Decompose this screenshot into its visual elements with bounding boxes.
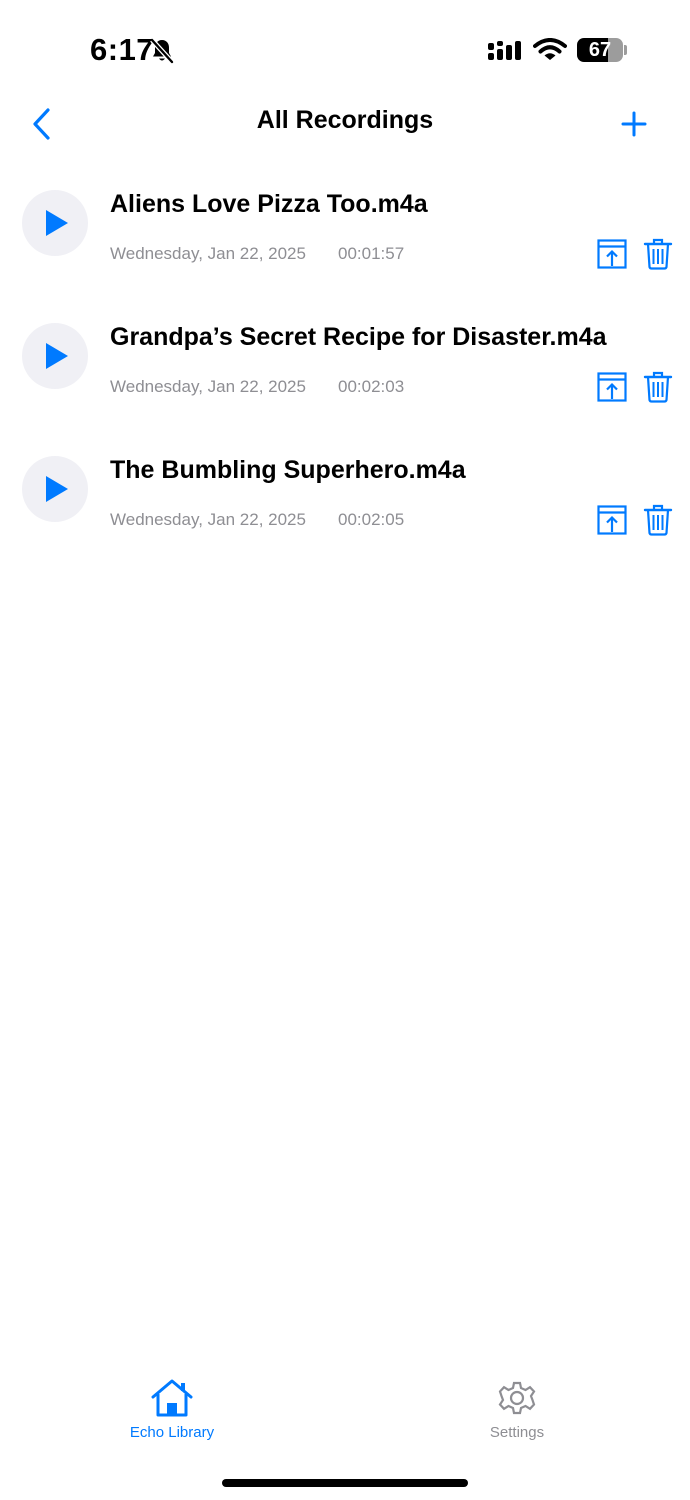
play-icon bbox=[46, 343, 68, 369]
share-button[interactable] bbox=[596, 504, 628, 536]
screen: 6:17 67 All Recordings Aliens Love Pizza… bbox=[0, 0, 690, 1500]
status-bar: 6:17 67 bbox=[0, 0, 690, 100]
share-icon bbox=[597, 505, 627, 535]
recording-duration: 00:02:05 bbox=[338, 510, 405, 529]
page-title: All Recordings bbox=[256, 106, 434, 134]
add-recording-button[interactable] bbox=[616, 106, 652, 142]
delete-button[interactable] bbox=[643, 238, 673, 270]
tab-settings[interactable]: Settings bbox=[447, 1378, 587, 1441]
recording-title: Aliens Love Pizza Too.m4a bbox=[110, 190, 428, 218]
plus-icon bbox=[621, 111, 647, 137]
tab-label: Settings bbox=[489, 1424, 545, 1441]
trash-icon bbox=[643, 238, 673, 270]
home-indicator bbox=[222, 1479, 468, 1487]
tab-label: Echo Library bbox=[129, 1424, 215, 1441]
delete-button[interactable] bbox=[643, 371, 673, 403]
share-icon bbox=[597, 239, 627, 269]
play-icon bbox=[46, 476, 68, 502]
play-button[interactable] bbox=[22, 190, 88, 256]
tab-echo-library[interactable]: Echo Library bbox=[102, 1378, 242, 1441]
share-icon bbox=[597, 372, 627, 402]
list-item[interactable]: The Bumbling Superhero.m4a Wednesday, Ja… bbox=[0, 456, 690, 576]
recording-duration: 00:02:03 bbox=[338, 377, 405, 396]
bell-slash-icon bbox=[150, 38, 174, 69]
battery-nub bbox=[624, 45, 627, 55]
wifi-icon bbox=[533, 38, 567, 67]
recording-date: Wednesday, Jan 22, 2025 bbox=[110, 244, 306, 263]
play-button[interactable] bbox=[22, 456, 88, 522]
recording-date: Wednesday, Jan 22, 2025 bbox=[110, 377, 306, 396]
trash-icon bbox=[643, 504, 673, 536]
play-button[interactable] bbox=[22, 323, 88, 389]
recording-title: Grandpa’s Secret Recipe for Disaster.m4a bbox=[110, 323, 607, 351]
status-time: 6:17 bbox=[90, 32, 155, 67]
recording-title: The Bumbling Superhero.m4a bbox=[110, 456, 466, 484]
recording-duration: 00:01:57 bbox=[338, 244, 405, 263]
list-item[interactable]: Grandpa’s Secret Recipe for Disaster.m4a… bbox=[0, 323, 690, 443]
gear-icon bbox=[498, 1381, 536, 1415]
trash-icon bbox=[643, 371, 673, 403]
recording-date: Wednesday, Jan 22, 2025 bbox=[110, 510, 306, 529]
house-icon bbox=[151, 1379, 193, 1417]
play-icon bbox=[46, 210, 68, 236]
cellular-signal-icon bbox=[488, 40, 524, 67]
share-button[interactable] bbox=[596, 371, 628, 403]
list-item[interactable]: Aliens Love Pizza Too.m4a Wednesday, Jan… bbox=[0, 190, 690, 310]
battery-icon: 67 bbox=[577, 38, 623, 62]
share-button[interactable] bbox=[596, 238, 628, 270]
delete-button[interactable] bbox=[643, 504, 673, 536]
